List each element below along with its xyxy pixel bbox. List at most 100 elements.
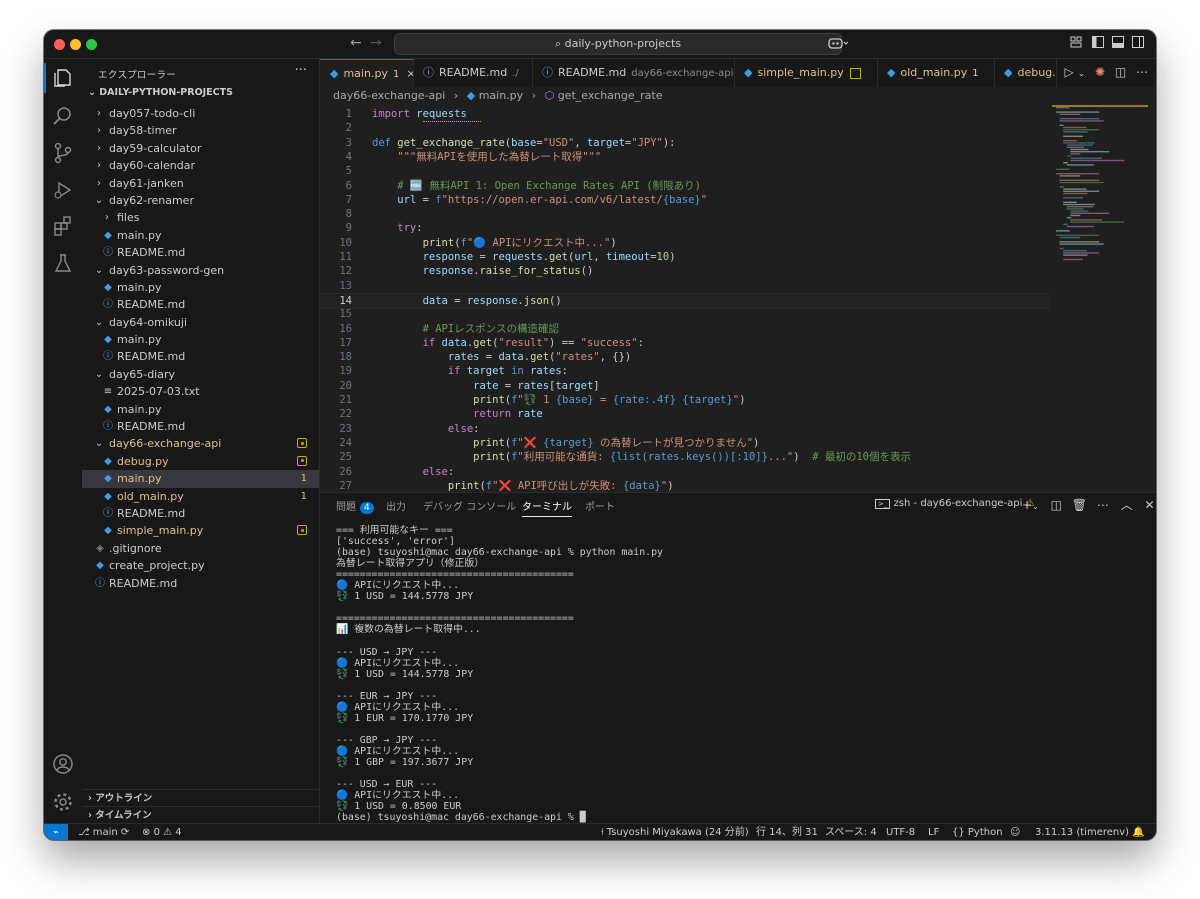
folder-item[interactable]: › day057-todo-cli <box>82 105 319 122</box>
panel-tab[interactable]: デバッグ コンソール <box>423 498 516 513</box>
outline-section[interactable]: › アウトライン <box>82 789 319 807</box>
panel-tab[interactable]: ポート <box>585 498 615 513</box>
code-line[interactable]: 2 <box>320 121 1050 135</box>
code-line[interactable]: 18 rates = data.get("rates", {}) <box>320 350 1050 364</box>
split-terminal-icon[interactable]: ◫ <box>1051 498 1062 512</box>
problems-indicator[interactable]: ⊗ 0 ⚠ 4 <box>142 824 182 840</box>
file-item[interactable]: ◆ simple_main.py <box>82 522 319 539</box>
customize-layout-icon[interactable] <box>1070 36 1082 51</box>
folder-item[interactable]: ⌄ day66-exchange-api <box>82 435 319 452</box>
maximize-panel-icon[interactable]: ︿ <box>1121 498 1133 512</box>
editor-tab[interactable]: ◆ simple_main.py <box>734 59 878 87</box>
folder-item[interactable]: ⌄ day64-omikuji <box>82 314 319 331</box>
editor-tab[interactable]: ◆ old_main.py 1 <box>877 59 995 87</box>
close-tab-icon[interactable]: × <box>406 67 413 80</box>
split-editor-icon[interactable]: ◫ <box>1115 65 1126 79</box>
minimize-window-button[interactable] <box>70 39 81 50</box>
panel-tab[interactable]: 問題 4 <box>336 498 374 514</box>
folder-item[interactable]: › day61-janken <box>82 175 319 192</box>
file-item[interactable]: ◆ main.py 1 <box>82 470 319 488</box>
toggle-secondary-sidebar-icon[interactable] <box>1132 36 1144 51</box>
folder-item[interactable]: › day58-timer <box>82 122 319 139</box>
code-line[interactable]: 7 url = f"https://open.er-api.com/v6/lat… <box>320 193 1050 207</box>
more-actions-icon[interactable]: ⋯ <box>1097 498 1109 512</box>
encoding[interactable]: UTF-8 <box>886 824 915 840</box>
code-line[interactable]: 6 # 🆓 無料API 1: Open Exchange Rates API (… <box>320 179 1050 193</box>
code-line[interactable]: 8 <box>320 207 1050 221</box>
file-item[interactable]: ◆ main.py <box>82 227 319 244</box>
file-item[interactable]: ⓘ README.md <box>82 348 319 365</box>
file-item[interactable]: ◆ create_project.py <box>82 557 319 574</box>
code-line[interactable]: 24 print(f"❌ {target} の為替レートが見つかりません") <box>320 436 1050 450</box>
file-item[interactable]: ◆ main.py <box>82 401 319 418</box>
toggle-sidebar-icon[interactable] <box>1092 36 1104 51</box>
forward-arrow-icon[interactable]: → <box>370 35 382 51</box>
code-line[interactable]: 12 response.raise_for_status() <box>320 264 1050 278</box>
toggle-panel-icon[interactable] <box>1112 36 1124 51</box>
run-icon[interactable]: ▷ <box>1065 65 1074 79</box>
file-item[interactable]: ⓘ README.md <box>82 418 319 435</box>
code-line[interactable]: 9 try: <box>320 221 1050 235</box>
file-item[interactable]: ◈ .gitignore <box>82 540 319 557</box>
maximize-window-button[interactable] <box>86 39 97 50</box>
file-item[interactable]: ◆ main.py <box>82 279 319 296</box>
folder-item[interactable]: ⌄ day65-diary <box>82 366 319 383</box>
extensions-icon[interactable] <box>52 215 74 237</box>
file-item[interactable]: ≡ 2025-07-03.txt <box>82 383 319 400</box>
code-line[interactable]: 15 <box>320 307 1050 321</box>
file-item[interactable]: ⓘ README.md <box>82 244 319 261</box>
run-dropdown-icon[interactable]: ⌄ <box>1078 69 1086 79</box>
code-line[interactable]: 25 print(f"利用可能な通貨: {list(rates.keys())[… <box>320 450 1050 464</box>
explorer-icon[interactable] <box>52 67 74 89</box>
folder-item[interactable]: › day59-calculator <box>82 140 319 157</box>
more-actions-icon[interactable]: ⋯ <box>1136 65 1148 79</box>
back-arrow-icon[interactable]: ← <box>350 35 362 51</box>
source-control-icon[interactable] <box>52 142 74 164</box>
new-terminal-icon[interactable]: + <box>1022 498 1032 512</box>
git-blame[interactable]: ⍿ Tsuyoshi Miyakawa (24 分前) <box>601 824 749 840</box>
code-line[interactable]: 16 # APIレスポンスの構造確認 <box>320 322 1050 336</box>
file-item[interactable]: ◆ debug.py <box>82 453 319 470</box>
editor-tab[interactable]: ⓘ README.md ./ <box>413 59 533 87</box>
settings-gear-icon[interactable] <box>52 791 74 813</box>
minimap[interactable] <box>1050 105 1150 492</box>
terminal-output[interactable]: === 利用可能なキー === ['success', 'error'] (base… <box>336 525 1136 823</box>
code-line[interactable]: 22 return rate <box>320 407 1050 421</box>
code-line[interactable]: 5 <box>320 164 1050 178</box>
chevron-down-icon[interactable]: ⌄ <box>1032 502 1039 511</box>
code-line[interactable]: 10 print(f"🔵 APIにリクエスト中...") <box>320 236 1050 250</box>
panel-tab[interactable]: 出力 <box>386 498 406 513</box>
breadcrumb-file[interactable]: main.py <box>479 89 523 102</box>
file-item[interactable]: ⓘ README.md <box>82 296 319 313</box>
workspace-root[interactable]: ⌄ DAILY-PYTHON-PROJECTS <box>88 87 233 98</box>
folder-item[interactable]: › files <box>82 209 319 226</box>
indentation[interactable]: スペース: 4 <box>825 824 877 840</box>
remote-indicator-icon[interactable]: ⌁ <box>44 824 68 840</box>
code-line[interactable]: 20 rate = rates[target] <box>320 379 1050 393</box>
more-actions-icon[interactable]: ··· <box>295 63 307 78</box>
branch-indicator[interactable]: ⎇ main ⟳ <box>78 824 129 840</box>
code-line[interactable]: 23 else: <box>320 422 1050 436</box>
terminal-instance[interactable]: >_ zsh - day66-exchange-api ⚠ <box>875 498 1035 509</box>
code-line[interactable]: 17 if data.get("result") == "success": <box>320 336 1050 350</box>
code-editor[interactable]: 1 import requests 2 3 def get_exchange_rate(… <box>320 105 1156 492</box>
editor-tab[interactable]: ◆ debug. <box>994 59 1057 87</box>
copilot-icon[interactable] <box>828 36 850 53</box>
line-ending[interactable]: LF <box>928 824 939 840</box>
folder-item[interactable]: ⌄ day63-password-gen <box>82 262 319 279</box>
close-panel-icon[interactable]: ✕ <box>1145 498 1155 512</box>
bug-icon[interactable]: ✺ <box>1095 65 1105 79</box>
file-item[interactable]: ◆ old_main.py 1 <box>82 488 319 505</box>
testing-flask-icon[interactable] <box>52 252 74 274</box>
code-line[interactable]: 21 print(f"💱 1 {base} = {rate:.4f} {targ… <box>320 393 1050 407</box>
code-line[interactable]: 11 response = requests.get(url, timeout=… <box>320 250 1050 264</box>
account-icon[interactable] <box>52 753 74 775</box>
code-line[interactable]: 13 <box>320 279 1050 293</box>
code-line[interactable]: 19 if target in rates: <box>320 364 1050 378</box>
folder-item[interactable]: › day60-calendar <box>82 157 319 174</box>
timeline-section[interactable]: › タイムライン <box>82 806 319 824</box>
breadcrumb-folder[interactable]: day66-exchange-api <box>333 89 445 102</box>
run-debug-icon[interactable] <box>52 179 74 201</box>
breadcrumb-symbol[interactable]: get_exchange_rate <box>558 89 663 102</box>
code-line[interactable]: 27 print(f"❌ API呼び出しが失敗: {data}") <box>320 479 1050 492</box>
